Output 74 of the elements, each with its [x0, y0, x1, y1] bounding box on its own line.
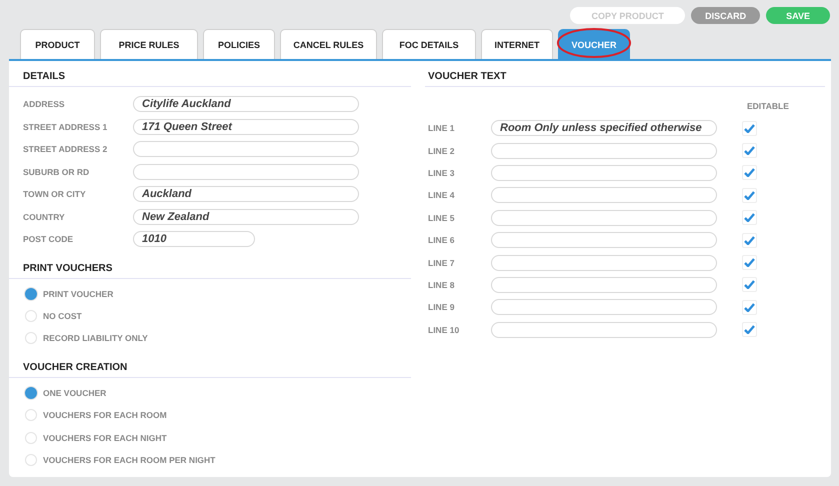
line-label: LINE 1	[427, 123, 456, 134]
tab[interactable]: PRICE RULES	[100, 29, 198, 59]
checkbox[interactable]	[742, 277, 757, 292]
check-icon	[744, 190, 755, 200]
line-label: LINE 10	[427, 324, 460, 335]
input-field[interactable]	[491, 322, 717, 338]
check-icon	[744, 168, 755, 178]
radio-label: VOUCHERS FOR EACH NIGHT	[43, 432, 167, 443]
check-icon	[744, 258, 755, 268]
field-label: ADDRESS	[22, 99, 66, 110]
check-icon	[744, 146, 755, 156]
line-label: LINE 7	[427, 258, 456, 268]
section-title: VOUCHER CREATION	[9, 362, 411, 378]
input-field[interactable]	[491, 232, 717, 248]
line-label: LINE 2	[427, 146, 456, 156]
radio-button[interactable]	[25, 386, 37, 399]
field-label: COUNTRY	[22, 212, 66, 222]
checkbox[interactable]	[742, 232, 757, 248]
input-field[interactable]	[491, 254, 717, 271]
tab[interactable]: CANCEL RULES	[280, 29, 377, 59]
input-field[interactable]	[133, 164, 359, 180]
field-label: SUBURB OR RD	[22, 166, 90, 177]
field-label: STREET ADDRESS 2	[22, 144, 108, 154]
radio-label: NO COST	[43, 311, 82, 322]
check-icon	[744, 213, 755, 222]
checkbox[interactable]	[742, 300, 757, 315]
field-label: POST CODE	[22, 234, 74, 244]
input-field[interactable]: Auckland	[133, 186, 359, 202]
check-icon	[744, 236, 755, 245]
input-field[interactable]	[491, 187, 717, 204]
checkbox[interactable]	[742, 322, 757, 338]
input-field[interactable]	[491, 299, 717, 316]
input-field[interactable]: 1010	[133, 231, 255, 248]
input-field[interactable]	[491, 164, 717, 181]
input-field[interactable]	[491, 142, 717, 159]
tab[interactable]: POLICIES	[203, 29, 275, 59]
line-label: LINE 6	[427, 235, 456, 246]
radio-button[interactable]	[25, 288, 37, 300]
tab[interactable]: FOC DETAILS	[382, 29, 476, 59]
radio-label: VOUCHERS FOR EACH ROOM	[43, 410, 167, 420]
checkbox[interactable]	[742, 210, 757, 226]
field-label: TOWN OR CITY	[22, 189, 87, 200]
check-icon	[744, 302, 755, 312]
radio-label: VOUCHERS FOR EACH ROOM PER NIGHT	[43, 455, 216, 466]
check-icon	[744, 280, 755, 290]
radio-label: PRINT VOUCHER	[43, 288, 114, 299]
input-field[interactable]: 171 Queen Street	[133, 118, 359, 135]
line-label: LINE 4	[427, 190, 456, 200]
check-icon	[744, 325, 755, 334]
checkbox[interactable]	[742, 120, 757, 136]
section-title: DETAILS	[9, 71, 411, 87]
input-field[interactable]: Citylife Auckland	[133, 96, 359, 112]
radio-label: ONE VOUCHER	[43, 388, 106, 398]
input-field[interactable]: New Zealand	[133, 208, 359, 225]
line-label: LINE 5	[427, 212, 456, 223]
check-icon	[744, 124, 755, 133]
tab[interactable]: PRODUCT	[20, 29, 95, 59]
input-field[interactable]	[491, 210, 717, 226]
input-field[interactable]: Room Only unless specified otherwise	[491, 120, 717, 136]
line-label: LINE 9	[427, 302, 456, 312]
section-title: VOUCHER TEXT	[425, 71, 825, 87]
radio-label: RECORD LIABILITY ONLY	[43, 333, 148, 344]
checkbox[interactable]	[742, 188, 757, 203]
checkbox[interactable]	[742, 255, 757, 270]
field-label: STREET ADDRESS 1	[22, 122, 108, 132]
input-field[interactable]	[491, 276, 717, 293]
checkbox[interactable]	[742, 165, 757, 180]
column-header: EDITABLE	[747, 101, 789, 111]
section-title: PRINT VOUCHERS	[9, 262, 411, 278]
tab[interactable]: INTERNET	[481, 29, 553, 59]
input-field[interactable]	[133, 141, 359, 158]
checkbox[interactable]	[742, 143, 757, 158]
line-label: LINE 8	[427, 280, 456, 290]
line-label: LINE 3	[427, 168, 456, 178]
